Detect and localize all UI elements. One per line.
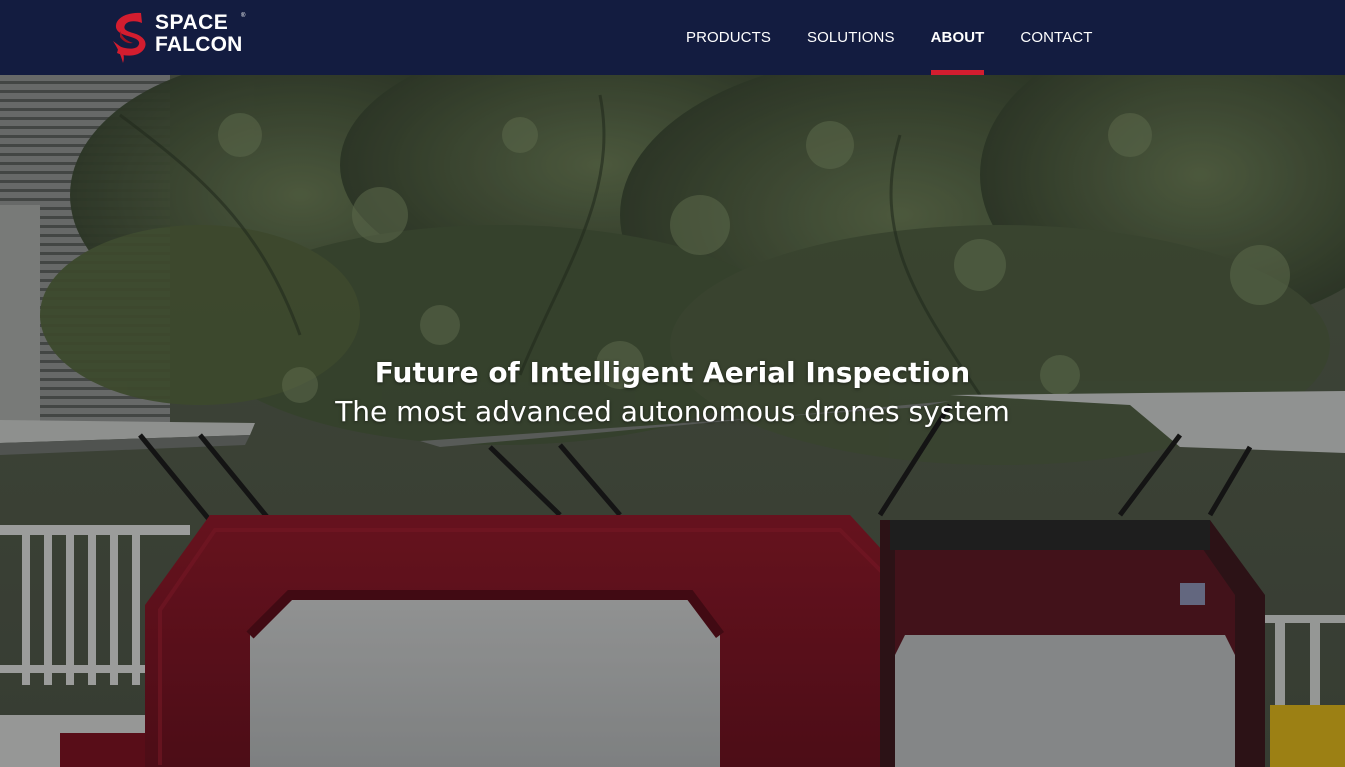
page: SPACE FALCON ® PRODUCTS SOLUTIONS ABOUT … xyxy=(0,0,1345,767)
top-navbar: SPACE FALCON ® PRODUCTS SOLUTIONS ABOUT … xyxy=(0,0,1345,75)
trademark-symbol: ® xyxy=(241,13,246,19)
brand-name-line1: SPACE xyxy=(155,11,229,34)
brand-wordmark: SPACE FALCON xyxy=(155,12,243,56)
main-nav: PRODUCTS SOLUTIONS ABOUT CONTACT xyxy=(668,0,1111,75)
nav-item-contact[interactable]: CONTACT xyxy=(1002,0,1110,75)
nav-item-about[interactable]: ABOUT xyxy=(913,0,1003,75)
nav-item-products[interactable]: PRODUCTS xyxy=(668,0,789,75)
hero-subtitle: The most advanced autonomous drones syst… xyxy=(335,395,1010,428)
brand-logo[interactable]: SPACE FALCON ® xyxy=(111,11,263,65)
brand-name-line2: FALCON xyxy=(155,33,243,56)
nav-item-solutions[interactable]: SOLUTIONS xyxy=(789,0,913,75)
falcon-s-logo-icon xyxy=(113,12,146,63)
hero-text-block: Future of Intelligent Aerial Inspection … xyxy=(0,353,1345,431)
hero-section: Future of Intelligent Aerial Inspection … xyxy=(0,75,1345,767)
hero-title: Future of Intelligent Aerial Inspection xyxy=(374,356,971,389)
